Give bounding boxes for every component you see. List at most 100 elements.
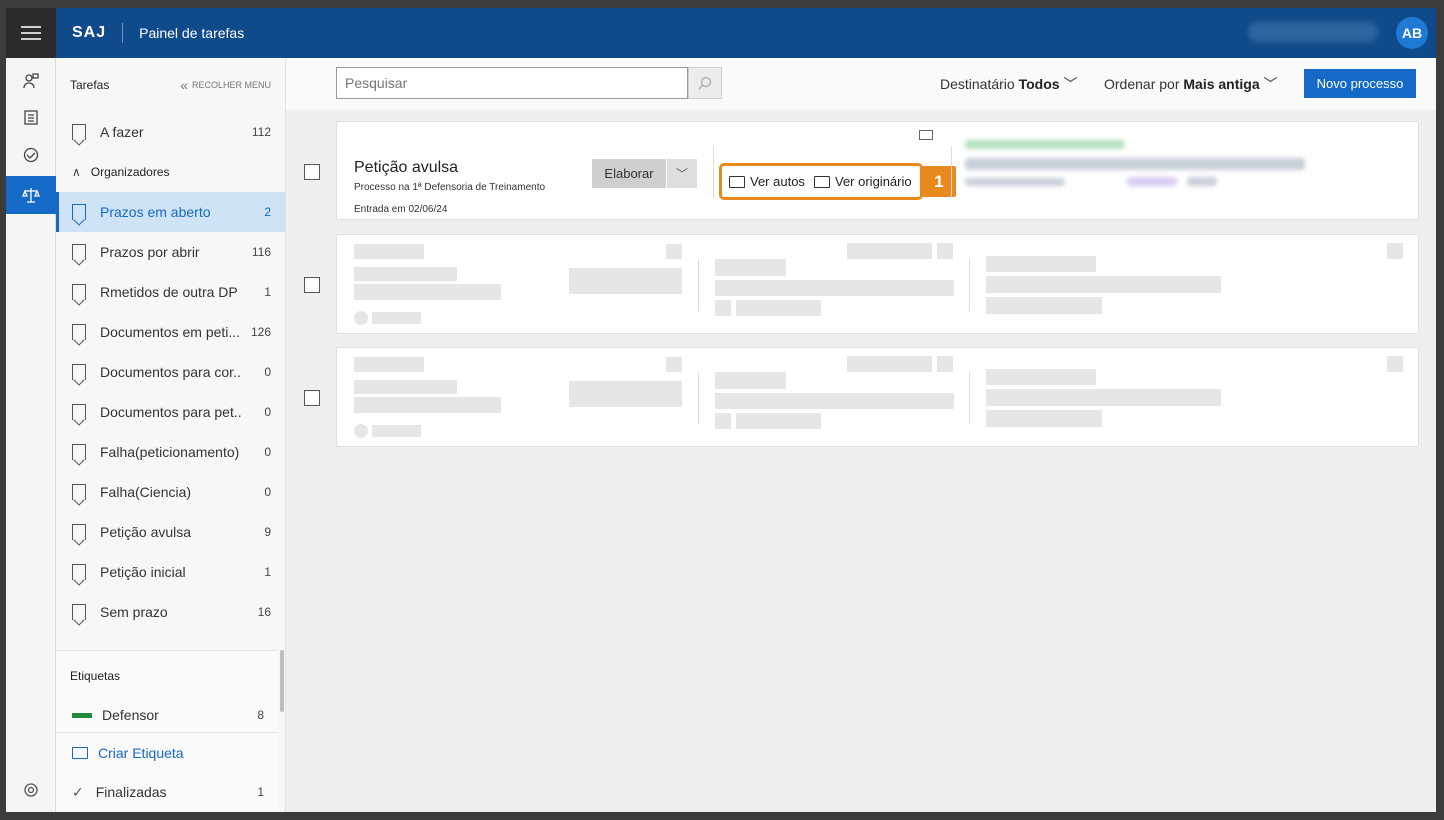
elaborar-dropdown-button[interactable]: ﹀	[667, 159, 697, 188]
skeleton-bar	[986, 389, 1221, 406]
sidebar-item-a-fazer[interactable]: A fazer 112	[56, 112, 285, 152]
task-card-skeleton	[336, 347, 1419, 447]
bookmark-icon	[72, 284, 86, 300]
sidebar-item-documentos-em-peticionamento[interactable]: Documentos em peti... 126	[56, 312, 285, 352]
sidebar-item-prazos-em-aberto[interactable]: Prazos em aberto 2	[56, 192, 285, 232]
destinatario-filter[interactable]: Destinatário Todos ﹀	[940, 74, 1077, 94]
collapse-menu-button[interactable]: « RECOLHER MENU	[180, 77, 271, 93]
user-name-blurred	[1248, 22, 1378, 42]
blurred-status	[965, 140, 1125, 149]
divider	[698, 372, 699, 424]
sidebar-item-remetidos[interactable]: Rmetidos de outra DP 1	[56, 272, 285, 312]
skeleton-bar	[986, 256, 1096, 272]
sidebar-item-peticao-avulsa[interactable]: Petição avulsa 9	[56, 512, 285, 552]
task-card[interactable]: Petição avulsa Processo na 1ª Defensoria…	[336, 121, 1419, 220]
skeleton-bar	[715, 393, 954, 409]
bookmark-icon	[72, 604, 86, 620]
row-checkbox[interactable]	[304, 390, 320, 406]
ver-originario-button[interactable]: Ver originário	[814, 174, 912, 189]
task-subtitle: Processo na 1ª Defensoria de Treinamento	[354, 182, 546, 193]
header-divider	[122, 23, 124, 43]
hamburger-icon	[21, 22, 41, 44]
tag-color-swatch	[72, 712, 92, 718]
handshake-icon[interactable]	[6, 136, 56, 174]
sidebar-item-count: 0	[264, 445, 271, 459]
checkmark-icon: ✓	[72, 783, 84, 800]
chevron-down-icon: ﹀	[675, 167, 688, 181]
folder-icon	[814, 175, 830, 188]
sidebar-item-label: Petição avulsa	[100, 524, 192, 540]
chevron-up-icon: ∧	[72, 165, 81, 179]
skeleton-bar	[937, 243, 953, 259]
double-chevron-left-icon: «	[180, 77, 188, 93]
row-checkbox[interactable]	[304, 164, 320, 180]
sidebar-item-falha-ciencia[interactable]: Falha(Ciencia) 0	[56, 472, 285, 512]
skeleton-circle	[354, 424, 368, 438]
divider	[698, 259, 699, 311]
sidebar-item-finalizadas[interactable]: ✓ Finalizadas 1	[56, 772, 278, 812]
bookmark-icon	[72, 204, 86, 220]
collapse-menu-label: RECOLHER MENU	[191, 80, 271, 90]
skeleton-bar	[986, 276, 1221, 293]
scales-icon[interactable]	[6, 176, 56, 214]
sidebar-heading: Tarefas	[70, 78, 110, 92]
task-date: Entrada em 02/06/24	[354, 204, 448, 215]
sidebar-item-count: 116	[251, 245, 271, 259]
sidebar-item-label: Documentos em peti...	[100, 324, 241, 340]
sidebar-item-sem-prazo[interactable]: Sem prazo 16	[56, 592, 285, 632]
sidebar-item-count: 1	[264, 285, 271, 299]
skeleton-bar	[847, 356, 932, 372]
ordenar-filter[interactable]: Ordenar por Mais antiga ﹀	[1104, 74, 1278, 94]
tag-item-defensor[interactable]: Defensor 8	[56, 695, 278, 735]
add-document-icon[interactable]	[919, 130, 933, 140]
sidebar-item-count: 1	[264, 565, 271, 579]
sidebar-item-label: Prazos em aberto	[100, 204, 211, 220]
avatar[interactable]: AB	[1396, 17, 1428, 49]
icon-rail	[6, 8, 56, 812]
sidebar-header: Tarefas « RECOLHER MENU	[56, 58, 285, 112]
sidebar-scrollbar[interactable]	[278, 650, 286, 720]
sidebar-item-count: 112	[251, 125, 271, 139]
create-tag-label: Criar Etiqueta	[98, 744, 184, 761]
sidebar-item-documentos-para-peticionar[interactable]: Documentos para pet.. 0	[56, 392, 285, 432]
bookmark-icon	[72, 564, 86, 580]
divider	[713, 146, 714, 198]
sidebar-item-falha-peticionamento[interactable]: Falha(peticionamento) 0	[56, 432, 285, 472]
organizadores-toggle[interactable]: ∧ Organizadores	[56, 152, 285, 192]
sidebar-item-label: A fazer	[100, 124, 144, 140]
divider	[969, 259, 970, 311]
sidebar-item-count: 0	[264, 405, 271, 419]
bookmark-icon	[72, 484, 86, 500]
skeleton-bar	[569, 268, 682, 294]
menu-toggle-button[interactable]	[6, 8, 56, 58]
elaborar-button[interactable]: Elaborar	[592, 159, 666, 188]
sidebar-item-label: Prazos por abrir	[100, 244, 200, 260]
sidebar-item-count: 0	[264, 485, 271, 499]
search-icon	[698, 76, 712, 90]
ordenar-value: Mais antiga	[1183, 76, 1260, 92]
search-button[interactable]	[688, 67, 722, 99]
destinatario-value: Todos	[1018, 76, 1060, 92]
ver-autos-button[interactable]: Ver autos	[729, 174, 805, 189]
add-tag-icon	[72, 746, 88, 759]
ver-originario-label: Ver originário	[835, 174, 912, 189]
clipboard-icon[interactable]	[6, 98, 56, 136]
brand-logo[interactable]: SAJ	[72, 24, 106, 42]
bookmark-icon	[72, 404, 86, 420]
skeleton-bar	[666, 357, 682, 372]
search-input[interactable]	[336, 67, 688, 99]
novo-processo-button[interactable]: Novo processo	[1304, 69, 1416, 98]
skeleton-bar	[736, 413, 821, 429]
sidebar-item-label: Petição inicial	[100, 564, 186, 580]
sidebar-item-documentos-para-correcao[interactable]: Documentos para cor.. 0	[56, 352, 285, 392]
create-tag-button[interactable]: Criar Etiqueta	[56, 732, 278, 772]
row-checkbox[interactable]	[304, 277, 320, 293]
finalizadas-count: 1	[257, 785, 264, 799]
users-icon[interactable]	[6, 62, 56, 100]
bookmark-icon	[72, 324, 86, 340]
gear-icon[interactable]	[6, 778, 56, 802]
sidebar-item-peticao-inicial[interactable]: Petição inicial 1	[56, 552, 285, 592]
sidebar-item-count: 9	[264, 525, 271, 539]
skeleton-bar	[986, 369, 1096, 385]
sidebar-item-prazos-por-abrir[interactable]: Prazos por abrir 116	[56, 232, 285, 272]
